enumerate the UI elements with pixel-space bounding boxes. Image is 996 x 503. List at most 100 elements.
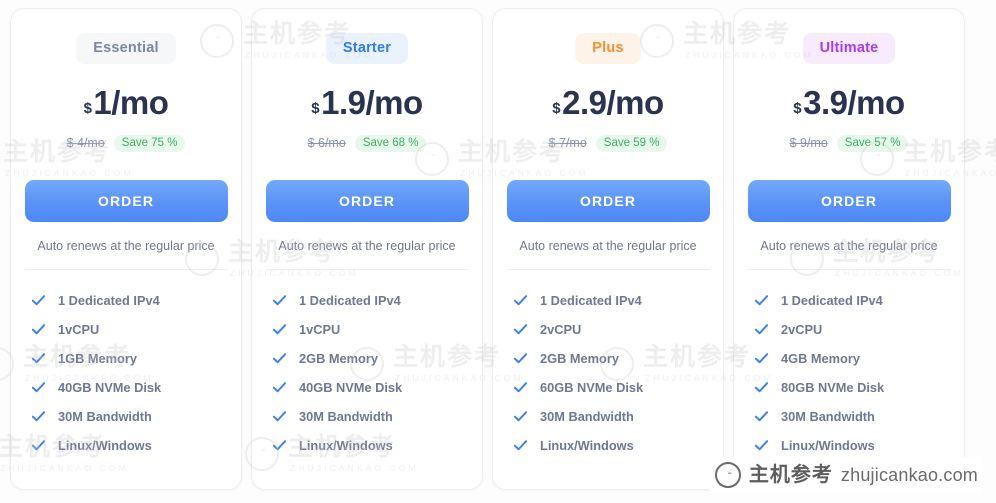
feature-label: 2GB Memory <box>299 351 378 366</box>
feature-item: 30M Bandwidth <box>272 402 466 431</box>
feature-label: 1 Dedicated IPv4 <box>781 293 883 308</box>
check-icon <box>513 324 528 335</box>
feature-item: 4GB Memory <box>754 344 948 373</box>
feature-label: 2vCPU <box>781 322 823 337</box>
check-icon <box>513 382 528 393</box>
feature-label: Linux/Windows <box>58 438 152 453</box>
feature-item: Linux/Windows <box>754 431 948 460</box>
feature-label: 30M Bandwidth <box>58 409 152 424</box>
plan-price: $2.9/mo <box>552 83 664 121</box>
price-value: 2.9/mo <box>562 83 664 121</box>
check-icon <box>31 324 46 335</box>
feature-label: 1vCPU <box>58 322 100 337</box>
feature-item: 1 Dedicated IPv4 <box>754 286 948 315</box>
plan-price: $1.9/mo <box>311 83 423 121</box>
currency-symbol: $ <box>83 99 92 117</box>
feature-label: 1GB Memory <box>58 351 137 366</box>
check-icon <box>272 411 287 422</box>
watermark-domain-text: zhujicankao.com <box>840 465 978 485</box>
check-icon <box>513 411 528 422</box>
old-price: $ 6/mo <box>307 136 346 151</box>
feature-item: Linux/Windows <box>31 431 225 460</box>
check-icon <box>31 411 46 422</box>
check-icon <box>754 324 769 335</box>
divider <box>747 269 951 270</box>
save-badge: Save 57 % <box>836 134 909 152</box>
currency-symbol: $ <box>793 99 802 117</box>
old-price: $ 4/mo <box>66 136 105 151</box>
feature-list: 1 Dedicated IPv4 1vCPU 1GB Memory 40GB NVMe… <box>27 286 225 460</box>
plan-name-badge: Plus <box>575 33 641 64</box>
check-icon <box>754 295 769 306</box>
feature-item: 2vCPU <box>513 315 707 344</box>
order-button[interactable]: ORDER <box>24 180 228 222</box>
feature-item: 2GB Memory <box>272 344 466 373</box>
feature-item: 30M Bandwidth <box>754 402 948 431</box>
feature-item: Linux/Windows <box>513 431 707 460</box>
feature-label: 1 Dedicated IPv4 <box>540 293 642 308</box>
feature-item: 1vCPU <box>272 315 466 344</box>
price-subline: $ 6/mo Save 68 % <box>307 134 427 152</box>
renew-note: Auto renews at the regular price <box>278 239 456 253</box>
pricing-card: Plus $2.9/mo $ 7/mo Save 59 % ORDER Auto rene… <box>492 8 724 490</box>
save-badge: Save 59 % <box>595 134 668 152</box>
feature-label: Linux/Windows <box>540 438 634 453</box>
renew-note: Auto renews at the regular price <box>760 239 938 253</box>
pricing-card: Starter $1.9/mo $ 6/mo Save 68 % ORDER Auto r… <box>251 8 483 490</box>
feature-item: 2vCPU <box>754 315 948 344</box>
feature-label: Linux/Windows <box>299 438 393 453</box>
pricing-card: Essential $1/mo $ 4/mo Save 75 % ORDER Auto r… <box>10 8 242 490</box>
divider <box>265 269 469 270</box>
watermark-cn-text: 主机参考 <box>748 464 833 486</box>
feature-label: 30M Bandwidth <box>781 409 875 424</box>
save-badge: Save 75 % <box>113 134 186 152</box>
feature-label: 2vCPU <box>540 322 582 337</box>
feature-item: 40GB NVMe Disk <box>31 373 225 402</box>
feature-item: 40GB NVMe Disk <box>272 373 466 402</box>
check-icon <box>31 382 46 393</box>
feature-item: 1 Dedicated IPv4 <box>31 286 225 315</box>
feature-label: 1vCPU <box>299 322 341 337</box>
price-subline: $ 7/mo Save 59 % <box>549 134 668 152</box>
check-icon <box>513 440 528 451</box>
feature-list: 1 Dedicated IPv4 1vCPU 2GB Memory 40GB NVMe… <box>268 286 466 460</box>
price-subline: $ 4/mo Save 75 % <box>66 134 186 152</box>
feature-item: 1 Dedicated IPv4 <box>513 286 707 315</box>
check-icon <box>272 440 287 451</box>
feature-label: 30M Bandwidth <box>299 409 393 424</box>
plan-price: $1/mo <box>84 86 169 119</box>
check-icon <box>272 382 287 393</box>
feature-item: 80GB NVMe Disk <box>754 373 948 402</box>
old-price: $ 9/mo <box>789 136 828 151</box>
price-subline: $ 9/mo Save 57 % <box>789 134 909 152</box>
price-value: 1.9/mo <box>321 83 423 121</box>
check-icon <box>272 353 287 364</box>
pricing-cards-row: Essential $1/mo $ 4/mo Save 75 % ORDER Auto r… <box>0 8 965 490</box>
currency-symbol: $ <box>311 99 320 117</box>
check-icon <box>754 440 769 451</box>
feature-label: 4GB Memory <box>781 351 860 366</box>
order-button[interactable]: ORDER <box>747 180 951 222</box>
feature-list: 1 Dedicated IPv4 2vCPU 2GB Memory 60GB NVMe… <box>509 286 707 460</box>
check-icon <box>272 295 287 306</box>
feature-item: 30M Bandwidth <box>513 402 707 431</box>
feature-label: Linux/Windows <box>781 438 875 453</box>
feature-label: 60GB NVMe Disk <box>540 380 644 395</box>
order-button[interactable]: ORDER <box>506 180 710 222</box>
feature-item: 1 Dedicated IPv4 <box>272 286 466 315</box>
check-icon <box>31 353 46 364</box>
feature-label: 2GB Memory <box>540 351 619 366</box>
check-icon <box>272 324 287 335</box>
plan-price: $3.9/mo <box>793 83 905 121</box>
renew-note: Auto renews at the regular price <box>519 239 697 253</box>
feature-label: 1 Dedicated IPv4 <box>299 293 401 308</box>
plan-name-badge: Ultimate <box>802 33 896 64</box>
order-button[interactable]: ORDER <box>265 180 469 222</box>
feature-label: 30M Bandwidth <box>540 409 634 424</box>
plan-name-badge: Starter <box>325 33 409 64</box>
price-value: 3.9/mo <box>803 83 905 121</box>
check-icon <box>31 295 46 306</box>
feature-label: 40GB NVMe Disk <box>299 380 403 395</box>
feature-item: 60GB NVMe Disk <box>513 373 707 402</box>
check-icon <box>513 353 528 364</box>
